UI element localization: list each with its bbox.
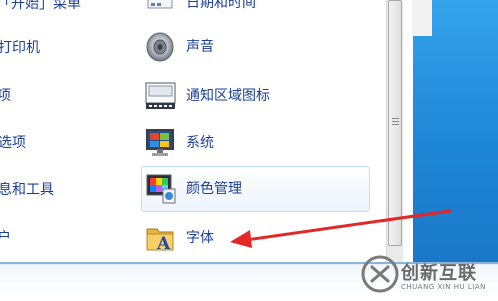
watermark-logo: 创新互联 CHUANG XIN HU LIAN — [357, 247, 498, 301]
watermark-icon — [361, 255, 399, 293]
watermark-text: 创新互联 — [401, 263, 477, 284]
watermark-subtext: CHUANG XIN HU LIAN — [401, 283, 486, 291]
